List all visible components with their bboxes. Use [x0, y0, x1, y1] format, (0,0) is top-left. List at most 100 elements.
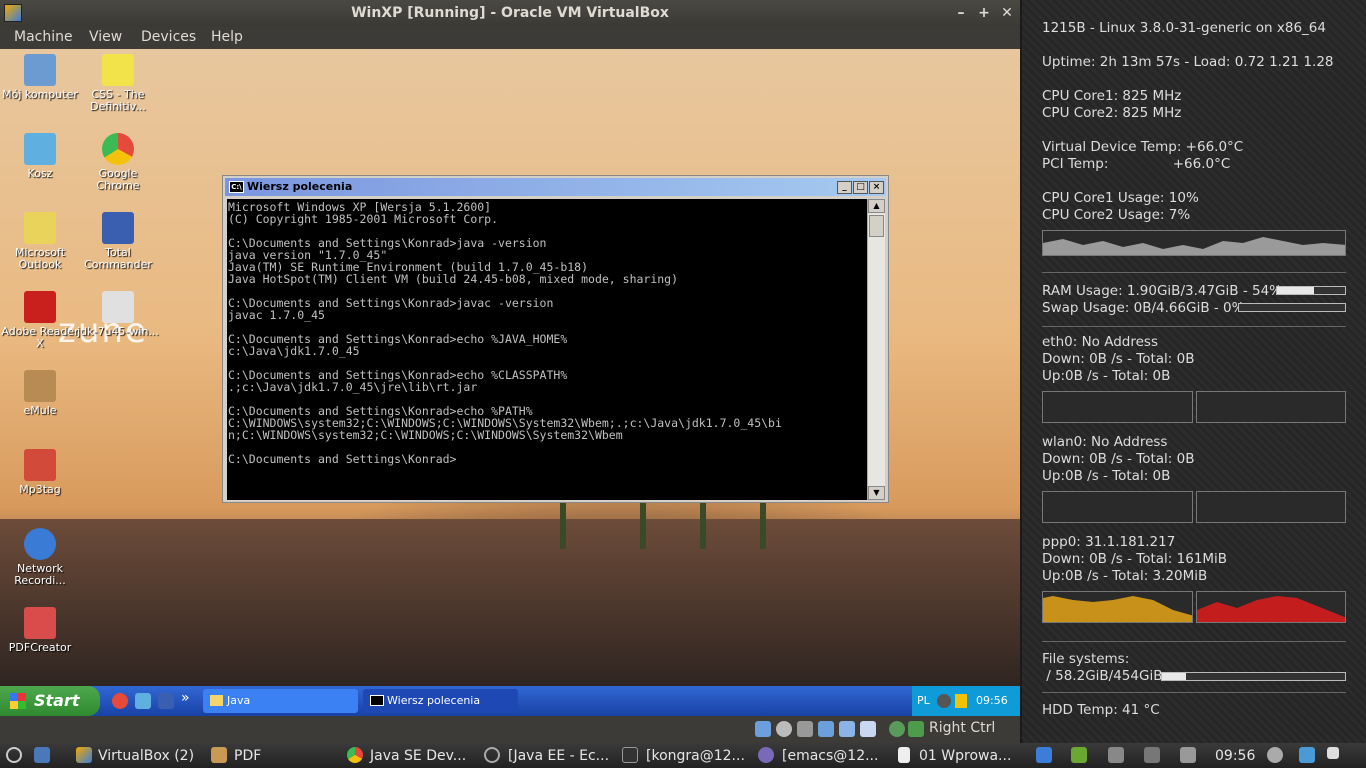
- volume-icon[interactable]: [1180, 747, 1196, 763]
- cmd-title: Wiersz polecenia: [247, 180, 353, 193]
- quicklaunch-overflow[interactable]: »: [181, 690, 190, 706]
- taskbar-item-java-folder[interactable]: Java: [203, 689, 358, 713]
- minimize-button[interactable]: –: [952, 4, 970, 22]
- system-info: 1215B - Linux 3.8.0-31-generic on x86_64: [1042, 20, 1326, 36]
- shared-folders-icon[interactable]: [839, 721, 855, 737]
- workspace-switcher-icon[interactable]: [1299, 747, 1315, 763]
- eclipse-icon: [484, 747, 500, 763]
- cmd-titlebar[interactable]: C:\ Wiersz polecenia _ □ ×: [225, 178, 886, 196]
- desktop-icon-mp3tag[interactable]: Mp3tag: [0, 449, 81, 496]
- scroll-thumb[interactable]: [869, 215, 884, 237]
- desktop-icon-my-computer[interactable]: Mój komputer: [0, 54, 81, 101]
- network-icon[interactable]: [818, 721, 834, 737]
- ram-usage: RAM Usage: 1.90GiB/3.47GiB - 54%: [1042, 283, 1282, 299]
- ppp0-up-area: [1197, 596, 1345, 622]
- mouse-integration-icon[interactable]: [908, 721, 924, 737]
- settings-gear-icon[interactable]: [1267, 747, 1283, 763]
- taskbar-item-cmd[interactable]: Wiersz polecenia: [363, 689, 518, 713]
- back-arrow-icon[interactable]: [937, 694, 951, 708]
- desktop-icon-outlook[interactable]: Microsoft Outlook: [0, 212, 81, 271]
- desktop-icon-emule[interactable]: eMule: [0, 370, 81, 417]
- hard-disk-icon[interactable]: [755, 721, 771, 737]
- virtualbox-icon: [4, 4, 22, 22]
- taskbar-item-emacs[interactable]: [emacs@12...: [758, 746, 886, 766]
- window-title: WinXP [Running] - Oracle VM VirtualBox: [351, 5, 669, 21]
- taskbar-item-virtualbox[interactable]: VirtualBox (2): [76, 746, 200, 766]
- guest-desktop[interactable]: zune Mój komputer CSS - The Definitiv...…: [0, 49, 1020, 686]
- scroll-down-arrow[interactable]: ▼: [868, 486, 885, 500]
- maximize-button[interactable]: +: [975, 4, 993, 22]
- close-button[interactable]: ✕: [998, 4, 1016, 22]
- ram-bar-fill: [1277, 287, 1314, 294]
- command-prompt-window[interactable]: C:\ Wiersz polecenia _ □ × Microsoft Win…: [222, 175, 889, 503]
- menu-bar: Machine View Devices Help: [0, 27, 1020, 49]
- swap-usage: Swap Usage: 0B/4.66GiB - 0%: [1042, 300, 1245, 316]
- console-output[interactable]: Microsoft Windows XP [Wersja 5.1.2600] (…: [227, 199, 867, 500]
- host-clock: 09:56: [1215, 748, 1256, 764]
- usb-icon[interactable]: [797, 721, 813, 737]
- cmd-minimize-button[interactable]: _: [837, 181, 852, 194]
- desktop-icon-pdfcreator[interactable]: PDFCreator: [0, 607, 81, 654]
- menu-machine[interactable]: Machine: [14, 29, 73, 45]
- bluetooth-icon[interactable]: [1108, 747, 1124, 763]
- taskbar-item-document[interactable]: 01 Wprowa...: [896, 746, 1020, 766]
- power-manager-icon[interactable]: [1036, 747, 1052, 763]
- video-capture-icon[interactable]: [860, 721, 876, 737]
- network-recorder-icon: [24, 528, 56, 560]
- host-taskbar: VirtualBox (2) PDF Java SE Dev... [Java …: [0, 743, 1366, 768]
- window-titlebar[interactable]: WinXP [Running] - Oracle VM VirtualBox –…: [0, 0, 1020, 27]
- eth0-address: eth0: No Address: [1042, 334, 1158, 350]
- eth0-down: Down: 0B /s - Total: 0B: [1042, 351, 1195, 367]
- desktop-icon-adobe-reader[interactable]: Adobe Reader X: [0, 291, 81, 350]
- desktop-icon-jdk-installer[interactable]: jdk-7u45-win...: [77, 291, 159, 338]
- desktop-icon-network-recorder[interactable]: Network Recordi...: [0, 528, 81, 587]
- cmd-close-button[interactable]: ×: [869, 181, 884, 194]
- root-bar-fill: [1162, 673, 1186, 680]
- show-desktop-icon[interactable]: [34, 747, 50, 763]
- chrome-icon: [102, 133, 134, 165]
- power-icon[interactable]: [6, 747, 22, 763]
- wlan0-down-graph: [1042, 491, 1193, 523]
- virtual-device-temp: Virtual Device Temp: +66.0°C: [1042, 139, 1244, 155]
- chrome-icon: [347, 747, 363, 763]
- wallpaper-crowd: [0, 519, 1020, 686]
- folder-icon: [211, 747, 227, 763]
- workspace-icon[interactable]: [1327, 747, 1339, 759]
- virtualization-icon[interactable]: [889, 721, 905, 737]
- separator: [1042, 692, 1346, 693]
- battery-icon[interactable]: [1071, 747, 1087, 763]
- taskbar-item-chrome[interactable]: Java SE Dev...: [347, 746, 473, 766]
- floppy-icon[interactable]: [158, 693, 174, 709]
- menu-view[interactable]: View: [89, 29, 122, 45]
- ppp0-address: ppp0: 31.1.181.217: [1042, 534, 1176, 550]
- show-desktop-icon[interactable]: [135, 693, 151, 709]
- taskbar-item-eclipse[interactable]: [Java EE - Ec...: [484, 746, 612, 766]
- cmd-maximize-button[interactable]: □: [853, 181, 868, 194]
- desktop-icon-css-book[interactable]: CSS - The Definitiv...: [77, 54, 159, 113]
- desktop-icon-chrome[interactable]: Google Chrome: [77, 133, 159, 192]
- menu-help[interactable]: Help: [211, 29, 243, 45]
- language-indicator[interactable]: PL: [917, 686, 930, 716]
- desktop-icon-recycle-bin[interactable]: Kosz: [0, 133, 81, 180]
- desktop-icon-total-commander[interactable]: Total Commander: [77, 212, 159, 271]
- taskbar-item-pdf-folder[interactable]: PDF: [211, 746, 337, 766]
- chrome-icon[interactable]: [112, 693, 128, 709]
- my-computer-icon: [24, 54, 56, 86]
- host-key-label: Right Ctrl: [929, 720, 996, 736]
- start-button[interactable]: Start: [0, 686, 100, 716]
- pci-temp: PCI Temp: +66.0°C: [1042, 156, 1231, 172]
- cmd-scrollbar[interactable]: ▲ ▼: [867, 199, 885, 500]
- hdd-temp: HDD Temp: 41 °C: [1042, 702, 1160, 718]
- scroll-up-arrow[interactable]: ▲: [868, 199, 885, 213]
- conky-panel: 1215B - Linux 3.8.0-31-generic on x86_64…: [1022, 0, 1366, 743]
- guest-taskbar: Start » Java Wiersz polecenia PL 09:56: [0, 686, 1020, 716]
- terminal-icon: [622, 747, 638, 763]
- document-icon: [898, 747, 910, 763]
- taskbar-item-terminal[interactable]: [kongra@12...: [622, 746, 748, 766]
- menu-devices[interactable]: Devices: [141, 29, 196, 45]
- optical-drive-icon[interactable]: [776, 721, 792, 737]
- network-signal-icon[interactable]: [1144, 747, 1160, 763]
- wlan0-down: Down: 0B /s - Total: 0B: [1042, 451, 1195, 467]
- shield-icon[interactable]: [955, 694, 967, 708]
- ppp0-down: Down: 0B /s - Total: 161MiB: [1042, 551, 1228, 567]
